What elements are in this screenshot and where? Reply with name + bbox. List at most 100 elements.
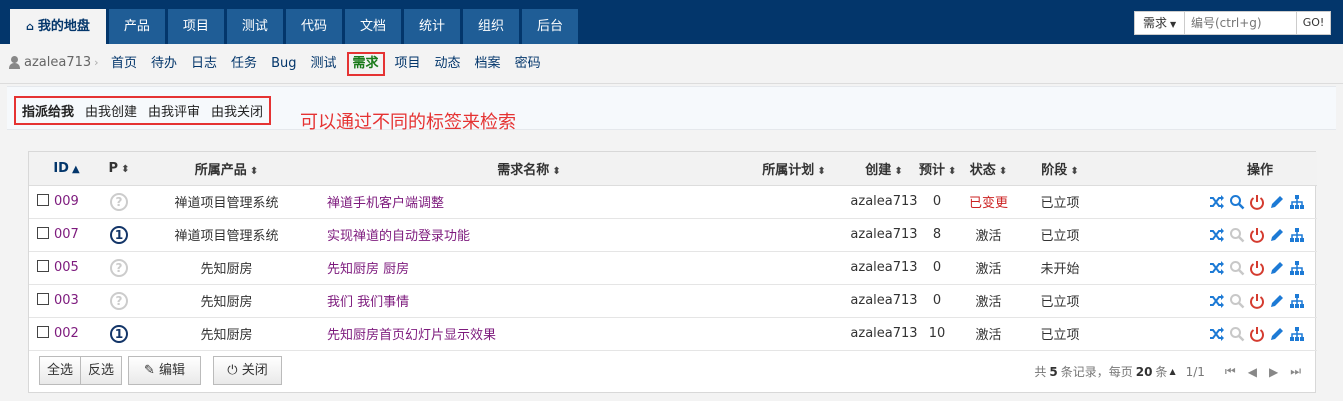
story-id-link[interactable]: 002	[54, 326, 79, 341]
caret-up-icon[interactable]: ▲	[1169, 367, 1175, 376]
cell-actions	[1098, 218, 1317, 252]
nav-tab-1[interactable]: 产品	[108, 9, 165, 44]
first-page-icon[interactable]: ⏮	[1225, 364, 1236, 379]
story-id-link[interactable]: 005	[54, 260, 79, 275]
subnav-item-4[interactable]: Bug	[267, 52, 300, 76]
header-plan[interactable]: 所属计划 ⬍	[739, 152, 849, 186]
nav-tab-8[interactable]: 后台	[522, 9, 579, 44]
sitemap-icon[interactable]	[1288, 325, 1305, 342]
row-actions	[1098, 226, 1317, 243]
user-breadcrumb[interactable]: azalea713 ›	[9, 55, 99, 70]
review-icon[interactable]	[1228, 325, 1245, 342]
header-pri[interactable]: P ⬍	[104, 152, 134, 186]
search-input[interactable]	[1185, 11, 1297, 35]
change-icon[interactable]	[1208, 259, 1225, 276]
header-creator[interactable]: 创建 ⬍	[849, 152, 919, 186]
next-page-icon[interactable]: ▶	[1269, 365, 1278, 379]
edit-icon: ✎	[143, 363, 155, 378]
nav-tab-0[interactable]: ⌂ 我的地盘	[10, 9, 106, 44]
filter-tab-2[interactable]: 由我评审	[148, 101, 200, 120]
review-icon[interactable]	[1228, 226, 1245, 243]
nav-tab-2[interactable]: 项目	[167, 9, 224, 44]
row-checkbox[interactable]	[37, 194, 49, 206]
close-power-icon[interactable]	[1248, 325, 1265, 342]
table-row: 007 1 禅道项目管理系统 实现禅道的自动登录功能 azalea713 8 激活 已立项	[29, 218, 1317, 252]
sitemap-icon[interactable]	[1288, 226, 1305, 243]
sitemap-icon[interactable]	[1288, 193, 1305, 210]
close-power-icon[interactable]	[1248, 193, 1265, 210]
edit-icon[interactable]	[1268, 259, 1285, 276]
edit-icon[interactable]	[1268, 292, 1285, 309]
close-power-icon[interactable]	[1248, 226, 1265, 243]
story-title-link[interactable]: 先知厨房首页幻灯片显示效果	[327, 328, 496, 343]
priority-badge: ?	[110, 258, 128, 277]
edit-icon[interactable]	[1268, 193, 1285, 210]
subnav-item-7[interactable]: 项目	[391, 52, 425, 76]
filter-tab-0[interactable]: 指派给我	[22, 101, 74, 120]
subnav-item-10[interactable]: 密码	[511, 52, 545, 76]
sitemap-icon[interactable]	[1288, 292, 1305, 309]
table-row: 009? 禅道项目管理系统 禅道手机客户端调整 azalea713 0 已变更 已立项	[29, 185, 1317, 219]
change-icon[interactable]	[1208, 325, 1225, 342]
story-title-link[interactable]: 我们 我们事情	[327, 295, 409, 310]
select-all-button[interactable]: 全选	[39, 356, 82, 385]
row-checkbox[interactable]	[37, 227, 49, 239]
subnav-item-1[interactable]: 待办	[147, 52, 181, 76]
story-id-link[interactable]: 009	[54, 194, 79, 209]
invert-select-button[interactable]: 反选	[81, 356, 123, 385]
change-icon[interactable]	[1208, 292, 1225, 309]
nav-tab-3[interactable]: 测试	[226, 9, 283, 44]
sitemap-icon[interactable]	[1288, 259, 1305, 276]
prev-page-icon[interactable]: ◀	[1248, 365, 1257, 379]
search-go-button[interactable]: GO!	[1297, 11, 1331, 35]
subnav-item-2[interactable]: 日志	[187, 52, 221, 76]
nav-tab-5[interactable]: 文档	[344, 9, 401, 44]
change-icon[interactable]	[1208, 226, 1225, 243]
subnav-item-8[interactable]: 动态	[431, 52, 465, 76]
change-icon[interactable]	[1208, 193, 1225, 210]
header-status[interactable]: 状态 ⬍	[955, 152, 1022, 186]
nav-tab-4[interactable]: 代码	[285, 9, 342, 44]
header-stage[interactable]: 阶段 ⬍	[1022, 152, 1098, 186]
pager-per-page[interactable]: 20	[1136, 365, 1153, 379]
subnav-item-3[interactable]: 任务	[227, 52, 261, 76]
filter-tab-1[interactable]: 由我创建	[85, 101, 137, 120]
review-icon[interactable]	[1228, 292, 1245, 309]
subnav-item-9[interactable]: 档案	[471, 52, 505, 76]
header-title[interactable]: 需求名称 ⬍	[319, 152, 739, 186]
row-checkbox[interactable]	[37, 260, 49, 272]
cell-title: 实现禅道的自动登录功能	[319, 218, 739, 252]
story-title-link[interactable]: 实现禅道的自动登录功能	[327, 229, 470, 244]
edit-icon[interactable]	[1268, 226, 1285, 243]
subnav-item-6[interactable]: 需求	[346, 52, 385, 76]
subnav-item-0[interactable]: 首页	[107, 52, 141, 76]
last-page-icon[interactable]: ⏭	[1290, 364, 1301, 379]
story-title-link[interactable]: 先知厨房 厨房	[327, 262, 409, 277]
header-estimate[interactable]: 预计 ⬍	[919, 152, 956, 186]
subnav-item-5[interactable]: 测试	[306, 52, 340, 76]
close-power-icon[interactable]	[1248, 259, 1265, 276]
nav-tab-label: 代码	[300, 19, 327, 34]
row-checkbox[interactable]	[37, 326, 49, 338]
search-type-select[interactable]: 需求 ▼	[1134, 11, 1185, 35]
review-icon[interactable]	[1228, 259, 1245, 276]
batch-close-button[interactable]: ⏻ 关闭	[213, 356, 282, 385]
nav-tab-7[interactable]: 组织	[462, 9, 519, 44]
close-power-icon[interactable]	[1248, 292, 1265, 309]
sort-icon: ⬍	[998, 165, 1008, 177]
cell-id: 009	[29, 185, 104, 219]
story-title-link[interactable]: 禅道手机客户端调整	[327, 196, 444, 211]
filter-tab-3[interactable]: 由我关闭	[211, 101, 263, 120]
review-icon[interactable]	[1228, 193, 1245, 210]
header-product[interactable]: 所属产品 ⬍	[134, 152, 319, 186]
nav-tab-6[interactable]: 统计	[403, 9, 460, 44]
header-id[interactable]: ID ▲	[29, 152, 104, 186]
row-actions	[1098, 292, 1317, 309]
cell-actions	[1098, 317, 1317, 351]
row-checkbox[interactable]	[37, 293, 49, 305]
story-id-link[interactable]: 007	[54, 227, 79, 242]
pager-mid: 条记录，每页	[1060, 365, 1133, 379]
batch-edit-button[interactable]: ✎ 编辑	[128, 356, 201, 385]
edit-icon[interactable]	[1268, 325, 1285, 342]
story-id-link[interactable]: 003	[54, 293, 79, 308]
